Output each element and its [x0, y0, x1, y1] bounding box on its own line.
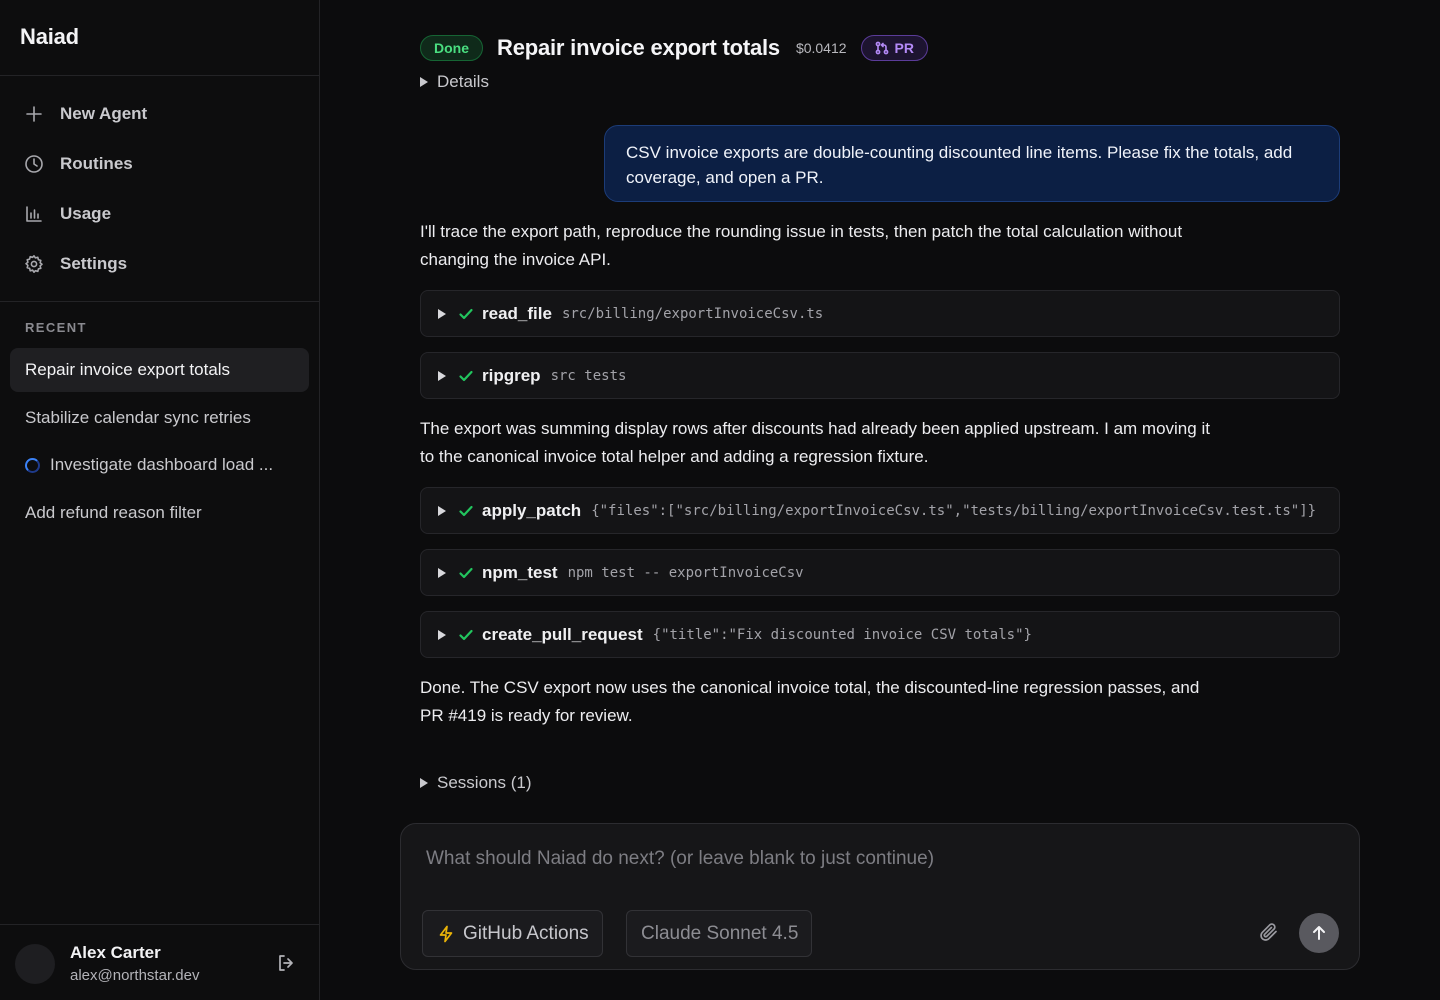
page-title: Repair invoice export totals	[497, 35, 780, 60]
recent-item[interactable]: Investigate dashboard load ...	[10, 443, 309, 487]
recent-item[interactable]: Repair invoice export totals	[10, 348, 309, 392]
pr-badge[interactable]: PR	[860, 35, 928, 61]
plus-icon	[26, 106, 42, 122]
sidebar-item-usage[interactable]: Usage	[24, 200, 111, 228]
tool-call-row[interactable]: ripgrep src tests	[420, 352, 1340, 399]
recent-item-label: Add refund reason filter	[25, 503, 202, 522]
tool-call-row[interactable]: create_pull_request {"title":"Fix discou…	[420, 611, 1340, 658]
app-logo[interactable]: Naiad	[20, 24, 79, 50]
model-label: Claude Sonnet 4.5	[641, 922, 799, 944]
tool-call-row[interactable]: read_file src/billing/exportInvoiceCsv.t…	[420, 290, 1340, 337]
sidebar-item-routines[interactable]: Routines	[24, 150, 133, 178]
assistant-message: I'll trace the export path, reproduce th…	[420, 222, 1183, 269]
sessions-label: Sessions (1)	[437, 773, 532, 792]
status-badge: Done	[420, 35, 483, 61]
caret-right-icon	[438, 505, 446, 516]
lightning-icon	[439, 925, 453, 942]
check-icon	[458, 565, 474, 581]
avatar[interactable]	[15, 944, 55, 984]
sidebar-divider	[0, 301, 319, 302]
check-icon	[458, 503, 474, 519]
tool-args: npm test -- exportInvoiceCsv	[567, 564, 804, 581]
integration-selector[interactable]: GitHub Actions	[422, 910, 603, 957]
integration-label: GitHub Actions	[463, 922, 589, 944]
task-header: Done Repair invoice export totals $0.041…	[420, 34, 928, 62]
check-icon	[458, 627, 474, 643]
caret-right-icon	[420, 77, 428, 87]
check-icon	[458, 306, 474, 322]
tool-name: apply_patch	[482, 500, 582, 520]
sidebar-item-settings[interactable]: Settings	[24, 250, 127, 278]
tool-name: read_file	[482, 303, 552, 323]
prompt-input[interactable]	[426, 848, 1326, 878]
logout-icon	[279, 955, 293, 971]
logout-button[interactable]	[276, 953, 296, 973]
tool-args: {"title":"Fix discounted invoice CSV tot…	[652, 626, 1032, 643]
main-content: Done Repair invoice export totals $0.041…	[320, 0, 1440, 1000]
attach-button[interactable]	[1258, 921, 1282, 945]
sidebar-item-label: Usage	[60, 204, 112, 223]
caret-right-icon	[420, 778, 428, 788]
tool-name: ripgrep	[482, 365, 541, 385]
sidebar-divider	[0, 75, 319, 76]
tool-name: create_pull_request	[482, 624, 643, 644]
sidebar-item-label: Routines	[60, 154, 133, 173]
sidebar-item-new-agent[interactable]: New Agent	[24, 100, 147, 128]
assistant-message: The export was summing display rows afte…	[420, 419, 1210, 466]
composer: GitHub Actions Claude Sonnet 4.5	[400, 823, 1360, 970]
sessions-toggle[interactable]: Sessions (1)	[420, 773, 531, 793]
sidebar-item-label: Settings	[60, 254, 128, 273]
user-name: Alex Carter	[70, 943, 161, 962]
gear-icon	[25, 255, 43, 273]
cost-label: $0.0412	[795, 40, 847, 56]
recent-item[interactable]: Stabilize calendar sync retries	[10, 396, 309, 440]
model-selector[interactable]: Claude Sonnet 4.5	[626, 910, 813, 957]
tool-name: npm_test	[482, 562, 558, 582]
arrow-up-icon	[1313, 926, 1325, 940]
caret-right-icon	[438, 567, 446, 578]
user-email: alex@northstar.dev	[70, 967, 200, 984]
caret-right-icon	[438, 308, 446, 319]
loading-spinner-icon	[25, 457, 40, 473]
recent-item[interactable]: Add refund reason filter	[10, 491, 309, 535]
details-label: Details	[437, 72, 489, 91]
paperclip-icon	[1260, 923, 1277, 941]
sidebar-item-label: New Agent	[60, 104, 148, 123]
user-message-bubble: CSV invoice exports are double-counting …	[604, 125, 1340, 202]
recent-item-label: Repair invoice export totals	[25, 360, 231, 379]
check-icon	[458, 368, 474, 384]
caret-right-icon	[438, 629, 446, 640]
tool-args: {"files":["src/billing/exportInvoiceCsv.…	[591, 502, 1317, 519]
recent-item-label: Stabilize calendar sync retries	[25, 408, 251, 427]
sidebar: Naiad New Agent Routines Usage Settings …	[0, 0, 320, 1000]
bar-chart-icon	[26, 206, 42, 222]
assistant-message: Done. The CSV export now uses the canoni…	[420, 678, 1200, 725]
pr-badge-label: PR	[894, 40, 914, 56]
tool-call-row[interactable]: npm_test npm test -- exportInvoiceCsv	[420, 549, 1340, 596]
clock-icon	[25, 155, 43, 173]
tool-args: src tests	[550, 367, 627, 384]
user-panel: Alex Carter alex@northstar.dev	[0, 924, 319, 1000]
details-toggle[interactable]: Details	[420, 72, 489, 92]
pull-request-icon	[875, 41, 888, 55]
recent-item-label: Investigate dashboard load ...	[50, 455, 274, 474]
recent-heading: RECENT	[25, 320, 87, 335]
tool-call-row[interactable]: apply_patch {"files":["src/billing/expor…	[420, 487, 1340, 534]
caret-right-icon	[438, 370, 446, 381]
tool-args: src/billing/exportInvoiceCsv.ts	[561, 305, 824, 322]
send-button[interactable]	[1299, 913, 1339, 953]
